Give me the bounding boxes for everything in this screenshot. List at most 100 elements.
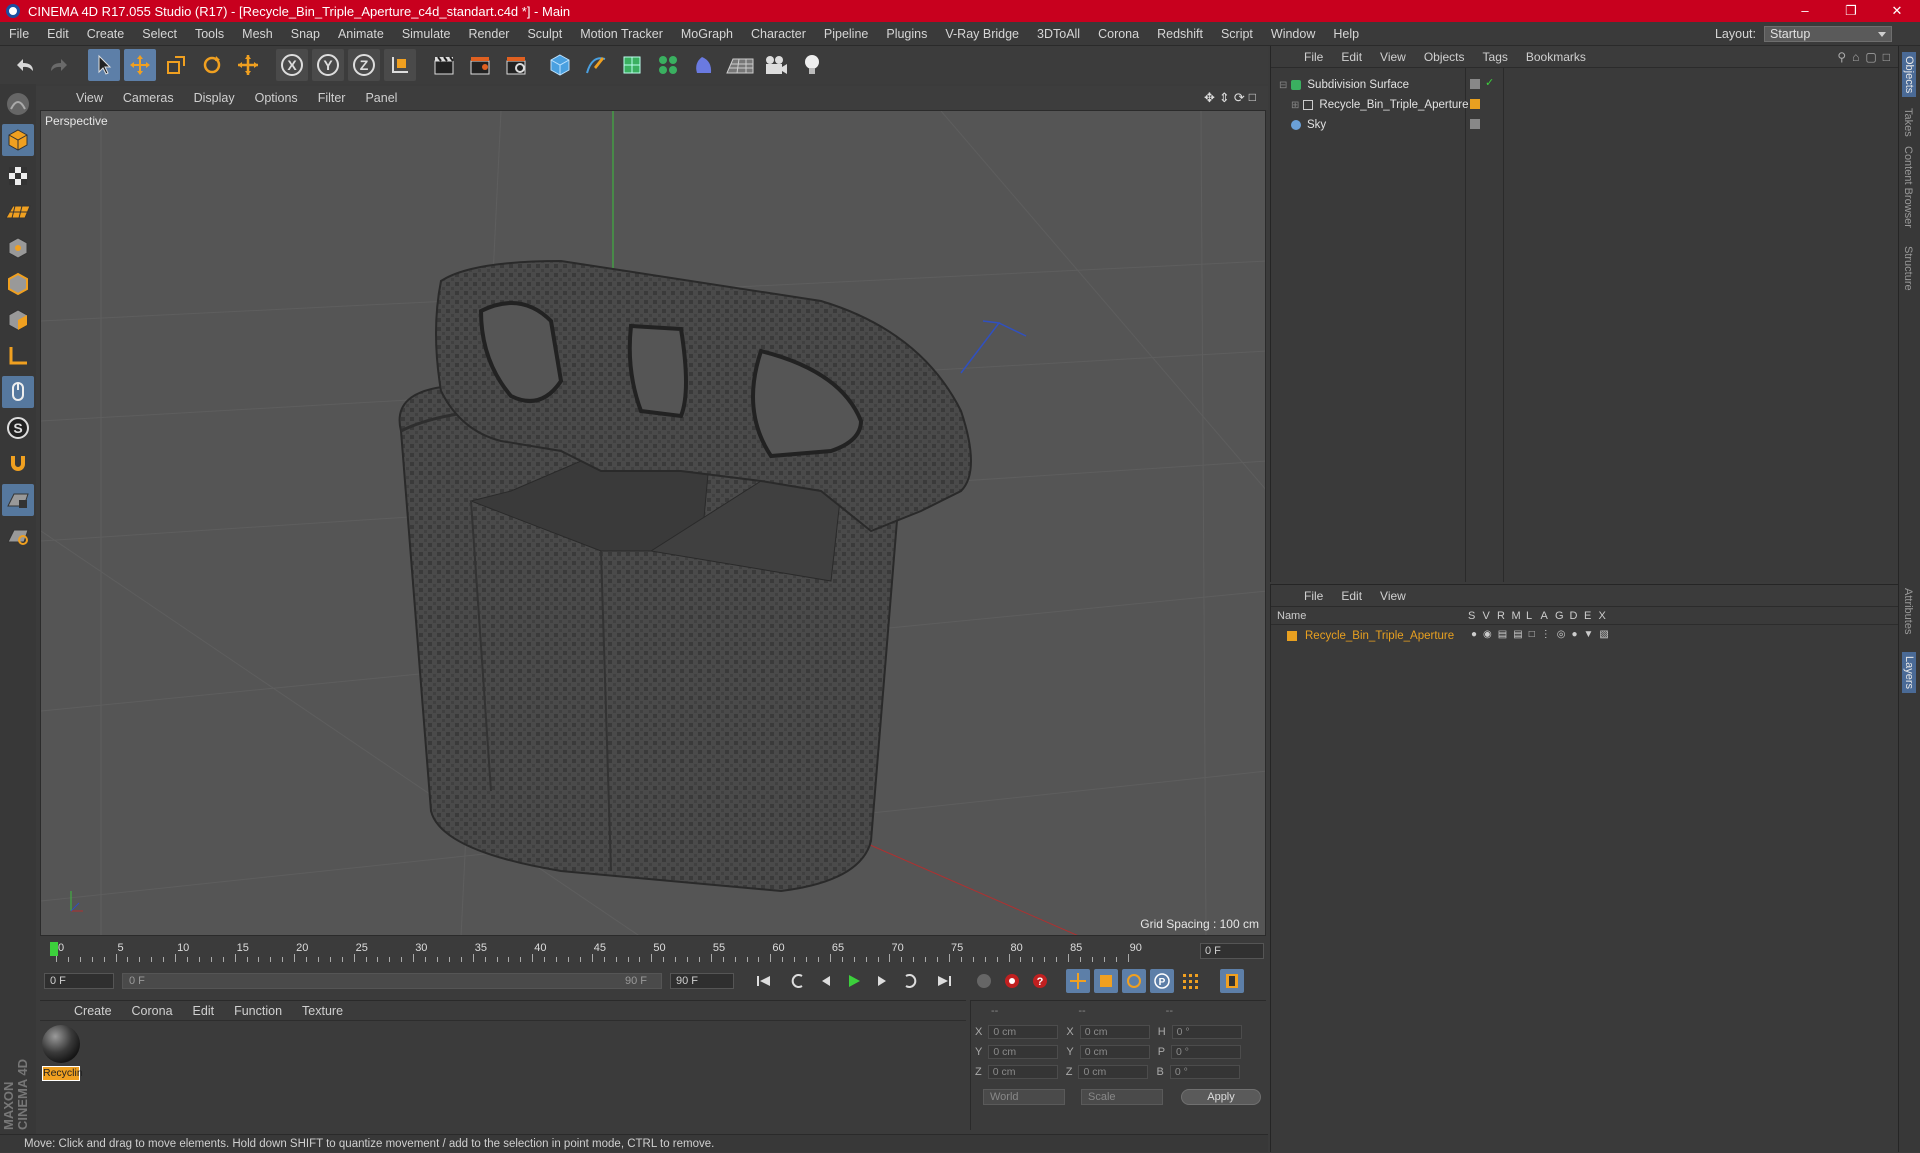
y-axis-icon[interactable]: Y xyxy=(312,49,344,81)
go-to-start-icon[interactable] xyxy=(752,969,776,993)
playhead-marker[interactable] xyxy=(50,942,58,956)
material-menu-corona[interactable]: Corona xyxy=(122,1004,183,1018)
pan-icon[interactable]: ✥ xyxy=(1204,90,1215,106)
expand-icon[interactable]: ⊞ xyxy=(1291,100,1299,111)
make-editable-icon[interactable] xyxy=(2,88,34,120)
go-to-end-icon[interactable] xyxy=(932,969,956,993)
z-axis-icon[interactable]: Z xyxy=(348,49,380,81)
menu-3dtoall[interactable]: 3DToAll xyxy=(1028,27,1089,41)
tab-structure[interactable]: Structure xyxy=(1902,246,1914,291)
menu-edit[interactable]: Edit xyxy=(38,27,78,41)
menu-render[interactable]: Render xyxy=(459,27,518,41)
object-menu-edit[interactable]: Edit xyxy=(1332,50,1371,64)
rotate-icon[interactable] xyxy=(196,49,228,81)
layer-menu-edit[interactable]: Edit xyxy=(1332,589,1371,603)
viewport-menu-display[interactable]: Display xyxy=(184,91,245,105)
timeline-window-icon[interactable] xyxy=(1220,969,1244,993)
timeline-ruler[interactable]: 0 5 10 15 20 25 30 35 40 45 50 55 60 65 70 75 80 85 90 0 F xyxy=(40,938,1266,964)
layer-menu-file[interactable]: File xyxy=(1295,589,1332,603)
layer-tag-icon[interactable] xyxy=(1470,119,1480,129)
maximize-view-icon[interactable]: □ xyxy=(1249,90,1256,106)
menu-create[interactable]: Create xyxy=(78,27,134,41)
key-parameter-icon[interactable]: P xyxy=(1150,969,1174,993)
menu-animate[interactable]: Animate xyxy=(329,27,393,41)
search-icon[interactable]: ⚲ xyxy=(1837,50,1846,64)
edges-mode-icon[interactable] xyxy=(2,268,34,300)
menu-select[interactable]: Select xyxy=(133,27,186,41)
view-toggle-icon[interactable]: ◉ xyxy=(1483,629,1492,640)
coord-size-field[interactable]: 0 cm xyxy=(1079,1045,1150,1059)
render-toggle-icon[interactable]: ▤ xyxy=(1498,629,1507,640)
floor-icon[interactable] xyxy=(724,49,756,81)
model-mode-icon[interactable] xyxy=(2,124,34,156)
key-scale-icon[interactable] xyxy=(1094,969,1118,993)
lock-toggle-icon[interactable]: □ xyxy=(1529,629,1535,640)
object-row-sky[interactable]: Sky xyxy=(1291,116,1326,134)
close-icon[interactable]: ✕ xyxy=(1874,0,1920,22)
menu-redshift[interactable]: Redshift xyxy=(1148,27,1212,41)
layer-column-m[interactable]: M xyxy=(1512,610,1521,622)
menu-corona[interactable]: Corona xyxy=(1089,27,1148,41)
menu-tools[interactable]: Tools xyxy=(186,27,233,41)
material-menu-texture[interactable]: Texture xyxy=(292,1004,353,1018)
enabled-check-icon[interactable]: ✓ xyxy=(1485,76,1494,89)
previous-frame-icon[interactable] xyxy=(814,969,838,993)
menu-plugins[interactable]: Plugins xyxy=(877,27,936,41)
planar-workplane-icon[interactable] xyxy=(2,520,34,552)
redo-icon[interactable] xyxy=(44,49,76,81)
menu-snap[interactable]: Snap xyxy=(282,27,329,41)
animation-toggle-icon[interactable]: ⋮ xyxy=(1541,629,1551,640)
coord-position-field[interactable]: 0 cm xyxy=(987,1065,1058,1079)
coord-position-field[interactable]: 0 cm xyxy=(988,1025,1059,1039)
tab-objects[interactable]: Objects xyxy=(1902,52,1916,98)
perspective-viewport[interactable]: Perspective Grid Spacing : 100 cm xyxy=(40,110,1266,936)
layer-column-l[interactable]: L xyxy=(1526,610,1532,622)
points-mode-icon[interactable] xyxy=(2,232,34,264)
expressions-toggle-icon[interactable]: ▼ xyxy=(1584,629,1594,640)
menu-mograph[interactable]: MoGraph xyxy=(672,27,742,41)
solo-icon[interactable]: S xyxy=(2,412,34,444)
layer-column-v[interactable]: V xyxy=(1483,610,1490,622)
coord-rotation-field[interactable]: 0 ° xyxy=(1171,1025,1242,1039)
deformers-toggle-icon[interactable]: ● xyxy=(1571,629,1577,640)
menu-mesh[interactable]: Mesh xyxy=(233,27,282,41)
world-coords-icon[interactable] xyxy=(384,49,416,81)
object-row-subdivision[interactable]: ⊟ Subdivision Surface xyxy=(1279,76,1409,94)
manager-toggle-icon[interactable]: ▤ xyxy=(1513,629,1522,640)
minimize-icon[interactable]: – xyxy=(1782,0,1828,22)
layer-column-s[interactable]: S xyxy=(1468,610,1475,622)
scale-icon[interactable] xyxy=(160,49,192,81)
polygons-mode-icon[interactable] xyxy=(2,304,34,336)
menu-v-ray-bridge[interactable]: V-Ray Bridge xyxy=(936,27,1028,41)
object-menu-objects[interactable]: Objects xyxy=(1415,50,1474,64)
dolly-icon[interactable]: ⇕ xyxy=(1219,90,1230,106)
lock-workplane-icon[interactable] xyxy=(2,484,34,516)
subdivision-icon[interactable] xyxy=(616,49,648,81)
x-axis-icon[interactable]: X xyxy=(276,49,308,81)
coord-position-field[interactable]: 0 cm xyxy=(988,1045,1059,1059)
object-menu-view[interactable]: View xyxy=(1371,50,1415,64)
viewport-menu-filter[interactable]: Filter xyxy=(308,91,356,105)
menu-sculpt[interactable]: Sculpt xyxy=(518,27,571,41)
key-point-level-icon[interactable] xyxy=(1178,969,1202,993)
tab-layers[interactable]: Layers xyxy=(1902,652,1916,694)
viewport-menu-cameras[interactable]: Cameras xyxy=(113,91,184,105)
tab-content-browser[interactable]: Content Browser xyxy=(1902,146,1914,228)
material-menu-edit[interactable]: Edit xyxy=(183,1004,225,1018)
viewport-menu-view[interactable]: View xyxy=(66,91,113,105)
collapse-icon[interactable]: ⊟ xyxy=(1279,80,1287,91)
light-icon[interactable] xyxy=(796,49,828,81)
tab-attributes[interactable]: Attributes xyxy=(1902,588,1914,634)
end-frame-field[interactable]: 90 F xyxy=(670,973,734,989)
object-menu-tags[interactable]: Tags xyxy=(1474,50,1517,64)
pen-spline-icon[interactable] xyxy=(580,49,612,81)
render-view-icon[interactable] xyxy=(428,49,460,81)
coord-space-dropdown[interactable]: World xyxy=(983,1089,1065,1105)
apply-button[interactable]: Apply xyxy=(1181,1089,1261,1105)
edit-render-settings-icon[interactable] xyxy=(500,49,532,81)
restore-icon[interactable]: ❐ xyxy=(1828,0,1874,22)
menu-character[interactable]: Character xyxy=(742,27,815,41)
coord-rotation-field[interactable]: 0 ° xyxy=(1169,1065,1240,1079)
autokey-help-icon[interactable]: ? xyxy=(1028,969,1052,993)
record-keyframe-icon[interactable] xyxy=(1000,969,1024,993)
